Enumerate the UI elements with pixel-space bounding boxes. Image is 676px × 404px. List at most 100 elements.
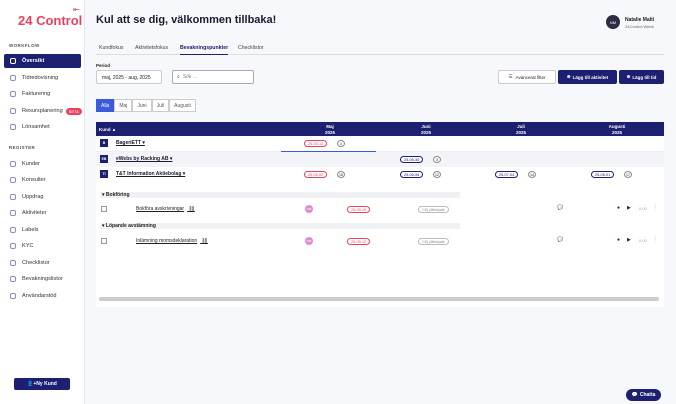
group-header[interactable]: ▾ Löpande avstämning [100, 223, 460, 229]
sidebar-item-översikt[interactable]: Översikt [4, 54, 81, 68]
sidebar-item-kunder[interactable]: Kunder [4, 157, 81, 171]
link-icon: ⛓ [187, 206, 195, 212]
sidebar-item-label: Översikt [22, 58, 45, 64]
comment-icon[interactable]: 💬 [557, 237, 563, 243]
kund-header[interactable]: Kund ▲ [99, 127, 139, 133]
done-checkbox[interactable] [101, 238, 107, 244]
client-name-text: BageriETT [116, 140, 142, 146]
play-icon[interactable]: ▶ [627, 205, 631, 211]
more-icon[interactable]: ⋮ [653, 237, 658, 243]
group-header[interactable]: ▾ Bokföring [100, 192, 460, 198]
info-icon[interactable]: ● [617, 237, 620, 243]
avatar[interactable]: NM [606, 15, 620, 29]
collapse-sidebar-icon[interactable]: ⇤ [73, 5, 80, 14]
date-pill[interactable]: 25-06-06 [400, 171, 424, 178]
client-initials: TI [100, 170, 108, 178]
date-pill[interactable]: 25-05-02 [304, 171, 328, 178]
sidebar-item-bevakningslistor[interactable]: Bevakningslistor [4, 272, 81, 286]
sidebar-item-label: Aktiviteter [22, 210, 47, 216]
user-name: Natalie Malti [625, 17, 655, 23]
table-row: EB eWebs by Racking AB ▾ 25-06-30 3 [96, 152, 664, 167]
add-user-icon: 👤+ [27, 381, 37, 387]
month-alla[interactable]: Alla [96, 99, 115, 112]
date-pill[interactable]: 25-08-01 [591, 171, 615, 178]
month-header-juli: Juli 2025 [515, 124, 526, 135]
horizontal-scrollbar[interactable] [99, 297, 659, 301]
period-label: Period [96, 63, 111, 68]
more-icon[interactable]: ⋮ [653, 205, 658, 211]
sidebar-item-label: Fakturering [22, 91, 51, 97]
client-name-text: eWebs by Racking AB [116, 156, 169, 162]
due-date-pill[interactable]: 25-05-12 [347, 238, 371, 245]
client-name[interactable]: T&T Information Aktiebolag ▾ [116, 171, 185, 177]
chat-button[interactable]: 💬 Chatta [626, 389, 661, 401]
status-pill[interactable]: ⏲ Ej påbörjade [418, 238, 449, 245]
due-date-pill[interactable]: 25-05-10 [347, 206, 371, 213]
add-activity-button[interactable]: ⊕ Lägg till aktivitet [558, 70, 617, 84]
month-header-maj: Maj 2025 [324, 124, 335, 135]
count-badge: 1 [337, 140, 345, 147]
month-header-juni: Juni 2025 [420, 124, 431, 135]
add-time-button[interactable]: ⊕ Lägg till tid [619, 70, 664, 84]
user-org: 24Control Webb [625, 24, 654, 29]
month-maj[interactable]: Maj [114, 99, 133, 112]
table-row: TI T&T Information Aktiebolag ▾ 25-05-02 15… [96, 167, 664, 182]
sidebar-item-aktiviteter[interactable]: Aktiviteter [4, 206, 81, 220]
sidebar-item-resursplanering[interactable]: Resursplanering BETA [4, 104, 82, 118]
date-pill[interactable]: 25-07-04 [495, 171, 519, 178]
status-pill[interactable]: ⏲ Ej påbörjade [418, 206, 449, 213]
client-name[interactable]: BageriETT ▾ [116, 140, 145, 146]
tab-kundfokus[interactable]: Kundfokus [99, 45, 124, 51]
count-badge: 17 [624, 171, 632, 178]
tab-checklistor[interactable]: Checklistor [238, 45, 264, 51]
date-pill[interactable]: 25-06-30 [400, 156, 424, 163]
date-pill[interactable]: 25-05-12 [304, 140, 328, 147]
sidebar-item-konsulter[interactable]: Konsulter [4, 173, 81, 187]
sidebar-item-lönsamhet[interactable]: Lönsamhet [4, 120, 81, 134]
sidebar-item-fakturering[interactable]: Fakturering [4, 87, 81, 101]
sidebar-item-uppdrag[interactable]: Uppdrag [4, 190, 81, 204]
sidebar-item-label: Labels [22, 227, 39, 233]
client-name[interactable]: eWebs by Racking AB ▾ [116, 156, 172, 162]
sidebar-item-labels[interactable]: Labels [4, 223, 81, 237]
done-checkbox[interactable] [101, 206, 107, 212]
advanced-filter-button[interactable]: ☰ Avancerat filter [498, 70, 556, 84]
period-input[interactable]: maj, 2025 - aug, 2025 [96, 70, 162, 84]
sidebar-item-label: Uppdrag [22, 194, 44, 200]
nav-icon [10, 58, 16, 64]
search-input[interactable]: ⌕ Sök ... [172, 70, 254, 84]
timer-value: 0:00 [639, 238, 647, 243]
nav-icon [10, 91, 16, 97]
count-badge: 14 [528, 171, 536, 178]
month-augusti[interactable]: Augusti [169, 99, 196, 112]
nav-icon [10, 108, 16, 114]
tab-aktivitetsfokus[interactable]: Aktivitetsfokus [135, 45, 168, 51]
sidebar-item-checklistor[interactable]: Checklistor [4, 256, 81, 270]
play-icon[interactable]: ▶ [627, 237, 631, 243]
tab-bar: Kundfokus Aktivitetsfokus Bevakningspunk… [96, 43, 664, 55]
activity-name: Bokföra avskrivningar [136, 206, 185, 212]
sidebar-item-användarstöd[interactable]: Användarstöd [4, 289, 81, 303]
nav-icon [10, 124, 16, 130]
nav-icon [10, 194, 16, 200]
info-icon[interactable]: ● [617, 205, 620, 211]
sidebar-item-kyc[interactable]: KYC [4, 239, 81, 253]
activity-link[interactable]: Bokföra avskrivningar ⛓ [136, 206, 195, 212]
new-customer-button[interactable]: 👤+ Ny Kund [14, 378, 70, 390]
comment-icon[interactable]: 💬 [557, 205, 563, 211]
nav-icon [10, 161, 16, 167]
consultant-avatar: NM [305, 205, 313, 213]
month-juli[interactable]: Juli [151, 99, 170, 112]
status-text: Ej påbörjade [424, 239, 445, 244]
activity-link[interactable]: Inlämning momsdeklaration ⛓ [136, 238, 208, 244]
grid-header: Kund ▲ Maj 2025 Juni 2025 Juli 2025 Augusti… [96, 122, 664, 137]
month-juni[interactable]: Juni [132, 99, 152, 112]
sidebar-item-label: Bevakningslistor [22, 276, 63, 282]
filter-icon: ☰ [508, 74, 513, 79]
nav-icon [10, 75, 16, 81]
sidebar-item-tidredovisning[interactable]: Tidredovisning [4, 71, 81, 85]
tab-bevakningspunkter[interactable]: Bevakningspunkter [180, 45, 229, 55]
page-title: Kul att se dig, välkommen tillbaka! [96, 14, 277, 26]
table-row: B BageriETT ▾ 25-05-12 1 [96, 136, 664, 151]
count-badge: 12 [433, 171, 441, 178]
